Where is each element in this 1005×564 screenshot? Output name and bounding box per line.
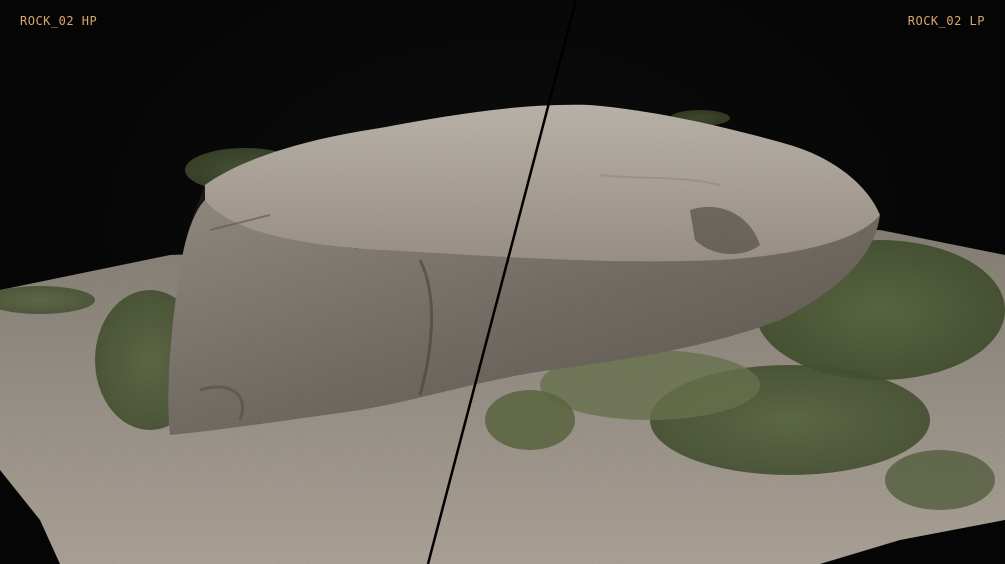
right-model-label: ROCK_02 LP bbox=[907, 14, 985, 28]
left-model-label: ROCK_02 HP bbox=[20, 14, 98, 28]
model-viewport[interactable] bbox=[0, 0, 1005, 564]
comparison-viewer[interactable]: ROCK_02 HP ROCK_02 LP bbox=[0, 0, 1005, 564]
